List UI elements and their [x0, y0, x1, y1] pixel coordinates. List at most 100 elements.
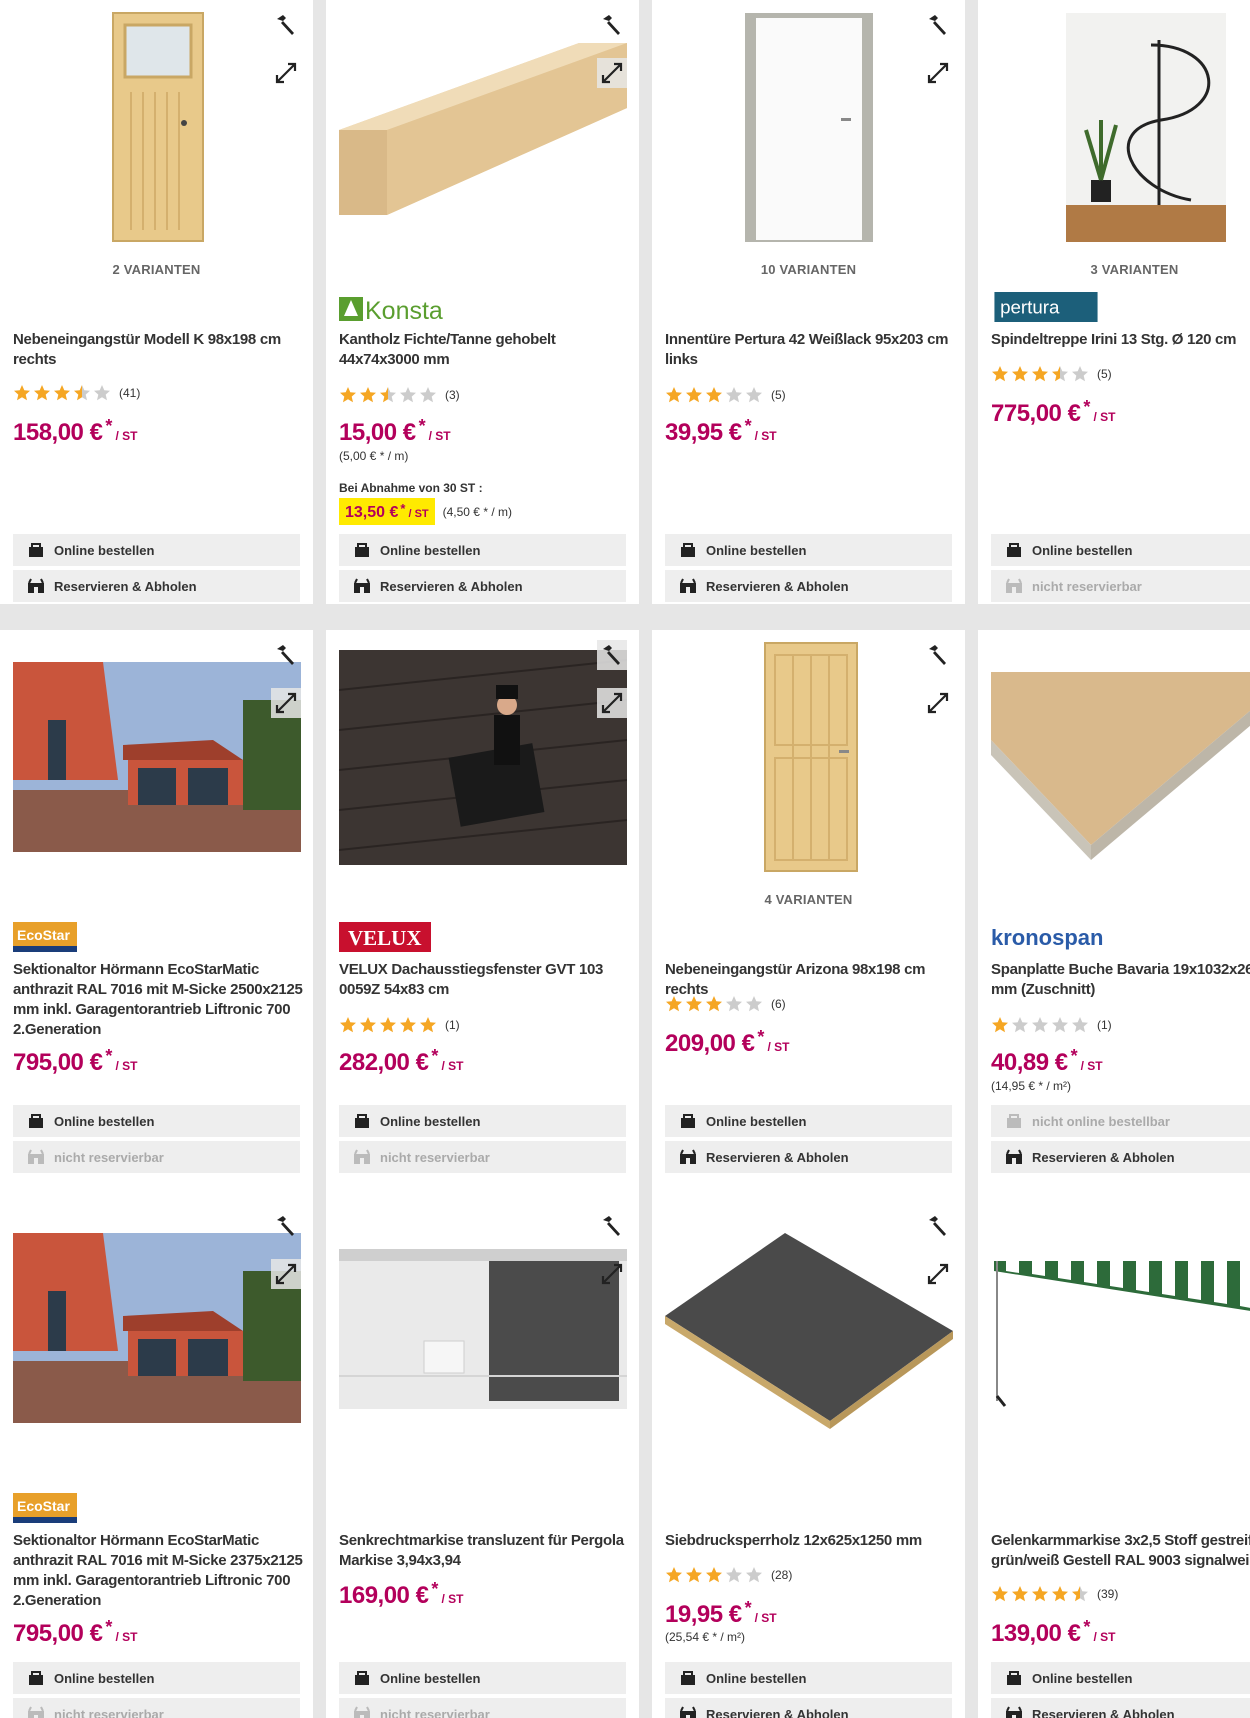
star-icon — [14, 385, 30, 401]
reserve-pickup-button[interactable]: Reservieren & Abholen — [339, 570, 626, 602]
reserve-pickup-button[interactable]: Reservieren & Abholen — [991, 1698, 1250, 1718]
price: 19,95 € * / ST — [665, 1598, 777, 1628]
online-order-button[interactable]: Online bestellen — [991, 1662, 1250, 1694]
reserve-pickup-button[interactable]: Reservieren & Abholen — [991, 1141, 1250, 1173]
product-image[interactable] — [13, 1201, 301, 1446]
product-card[interactable]: EcoStar Sektionaltor Hörmann EcoStarMati… — [0, 1201, 313, 1718]
rating: (5) — [991, 365, 1112, 383]
product-title[interactable]: Sektionaltor Hörmann EcoStarMatic anthra… — [13, 960, 313, 1040]
star-icon — [400, 387, 416, 403]
online-order-button[interactable]: Online bestellen — [13, 1662, 300, 1694]
hammer-icon[interactable] — [271, 10, 301, 40]
compare-arrows-icon[interactable] — [271, 58, 301, 88]
online-order-button[interactable]: Online bestellen — [13, 1105, 300, 1137]
product-card[interactable]: Senkrechtmarkise transluzent für Pergola… — [326, 1201, 639, 1718]
online-order-button[interactable]: Online bestellen — [13, 534, 300, 566]
price: 39,95 € * / ST — [665, 416, 777, 446]
svg-text:pertura: pertura — [1000, 297, 1060, 318]
online-order-button[interactable]: Online bestellen — [665, 534, 952, 566]
hammer-icon[interactable] — [923, 10, 953, 40]
online-order-button[interactable]: Online bestellen — [339, 1105, 626, 1137]
price: 40,89 € * / ST — [991, 1046, 1103, 1076]
product-card[interactable]: kronospan Spanplatte Buche Bavaria 19x10… — [978, 630, 1250, 1234]
star-icon — [746, 996, 762, 1012]
hammer-icon[interactable] — [923, 640, 953, 670]
compare-arrows-icon[interactable] — [597, 688, 627, 718]
product-image[interactable] — [991, 630, 1250, 875]
product-card[interactable]: EcoStar Sektionaltor Hörmann EcoStarMati… — [0, 630, 313, 1234]
product-image[interactable] — [339, 0, 627, 245]
reserve-pickup-button[interactable]: Reservieren & Abholen — [665, 570, 952, 602]
product-title[interactable]: Spanplatte Buche Bavaria 19x1032x2650 mm… — [991, 960, 1250, 1000]
product-image[interactable] — [665, 630, 953, 875]
product-image[interactable] — [339, 630, 627, 875]
product-image[interactable] — [991, 1201, 1250, 1446]
product-title[interactable]: Nebeneingangstür Arizona 98x198 cm recht… — [665, 960, 965, 1000]
product-title[interactable]: Innentüre Pertura 42 Weißlack 95x203 cm … — [665, 330, 965, 370]
star-icon — [94, 385, 110, 401]
reserve-pickup-button[interactable]: Reservieren & Abholen — [13, 570, 300, 602]
product-title[interactable]: Sektionaltor Hörmann EcoStarMatic anthra… — [13, 1531, 313, 1611]
rating-count: (3) — [445, 388, 460, 402]
compare-arrows-icon[interactable] — [597, 58, 627, 88]
reserve-pickup-button[interactable]: Reservieren & Abholen — [665, 1141, 952, 1173]
product-title[interactable]: Nebeneingangstür Modell K 98x198 cm rech… — [13, 330, 313, 370]
compare-arrows-icon[interactable] — [923, 1259, 953, 1289]
product-image[interactable] — [665, 1201, 953, 1446]
compare-arrows-icon[interactable] — [923, 58, 953, 88]
price: 139,00 € * / ST — [991, 1617, 1116, 1647]
product-image[interactable] — [13, 630, 301, 875]
product-card[interactable]: 2 VARIANTEN Nebeneingangstür Modell K 98… — [0, 0, 313, 604]
compare-arrows-icon[interactable] — [271, 1259, 301, 1289]
bulk-label: Bei Abnahme von 30 ST : — [339, 481, 483, 495]
hammer-icon[interactable] — [271, 1211, 301, 1241]
product-image[interactable] — [339, 1201, 627, 1446]
product-image[interactable] — [665, 0, 953, 245]
bulk-price: 13,50 € * / ST — [339, 498, 435, 525]
rating-count: (39) — [1097, 1587, 1119, 1601]
product-card[interactable]: VELUX VELUX Dachausstiegsfenster GVT 103… — [326, 630, 639, 1234]
star-icon — [706, 996, 722, 1012]
product-image[interactable] — [991, 0, 1250, 245]
product-title[interactable]: Kantholz Fichte/Tanne gehobelt 44x74x300… — [339, 330, 639, 370]
product-title[interactable]: Gelenkarmmarkise 3x2,5 Stoff gestreift g… — [991, 1531, 1250, 1571]
product-image[interactable] — [13, 0, 301, 245]
product-card[interactable]: 10 VARIANTEN Innentüre Pertura 42 Weißla… — [652, 0, 965, 604]
svg-text:EcoStar: EcoStar — [17, 1498, 70, 1514]
hammer-icon[interactable] — [597, 10, 627, 40]
online-order-button[interactable]: Online bestellen — [665, 1662, 952, 1694]
hammer-icon[interactable] — [597, 1211, 627, 1241]
hammer-icon[interactable] — [923, 1211, 953, 1241]
shopping-cart-icon — [27, 542, 45, 558]
star-icon — [1012, 1586, 1028, 1602]
product-card[interactable]: Gelenkarmmarkise 3x2,5 Stoff gestreift g… — [978, 1201, 1250, 1718]
product-card[interactable]: 3 VARIANTEN pertura Spindeltreppe Irini … — [978, 0, 1250, 604]
compare-arrows-icon[interactable] — [923, 688, 953, 718]
unit-price: (5,00 € * / m) — [339, 449, 409, 463]
product-card[interactable]: 4 VARIANTEN Nebeneingangstür Arizona 98x… — [652, 630, 965, 1234]
shopping-cart-icon — [1005, 1670, 1023, 1686]
online-order-button[interactable]: Online bestellen — [665, 1105, 952, 1137]
variants-label: 4 VARIANTEN — [764, 892, 853, 907]
hammer-icon[interactable] — [597, 640, 627, 670]
online-order-button[interactable]: Online bestellen — [991, 534, 1250, 566]
product-title[interactable]: VELUX Dachausstiegsfenster GVT 103 0059Z… — [339, 960, 639, 1000]
compare-arrows-icon[interactable] — [597, 1259, 627, 1289]
hammer-icon[interactable] — [271, 640, 301, 670]
svg-text:VELUX: VELUX — [348, 926, 422, 950]
store-icon — [679, 578, 697, 594]
compare-arrows-icon[interactable] — [271, 688, 301, 718]
star-icon — [666, 387, 682, 403]
rating: (5) — [665, 386, 786, 404]
product-card[interactable]: Siebdrucksperrholz 12x625x1250 mm (28) 1… — [652, 1201, 965, 1718]
product-title[interactable]: Siebdrucksperrholz 12x625x1250 mm — [665, 1531, 965, 1551]
rating-count: (1) — [1097, 1018, 1112, 1032]
online-order-button[interactable]: Online bestellen — [339, 534, 626, 566]
store-icon — [27, 1149, 45, 1165]
product-card[interactable]: Konsta Kantholz Fichte/Tanne gehobelt 44… — [326, 0, 639, 604]
brand-logo: kronospan — [991, 922, 1131, 952]
product-title[interactable]: Senkrechtmarkise transluzent für Pergola… — [339, 1531, 639, 1571]
product-title[interactable]: Spindeltreppe Irini 13 Stg. Ø 120 cm — [991, 330, 1250, 350]
online-order-button[interactable]: Online bestellen — [339, 1662, 626, 1694]
reserve-pickup-button[interactable]: Reservieren & Abholen — [665, 1698, 952, 1718]
